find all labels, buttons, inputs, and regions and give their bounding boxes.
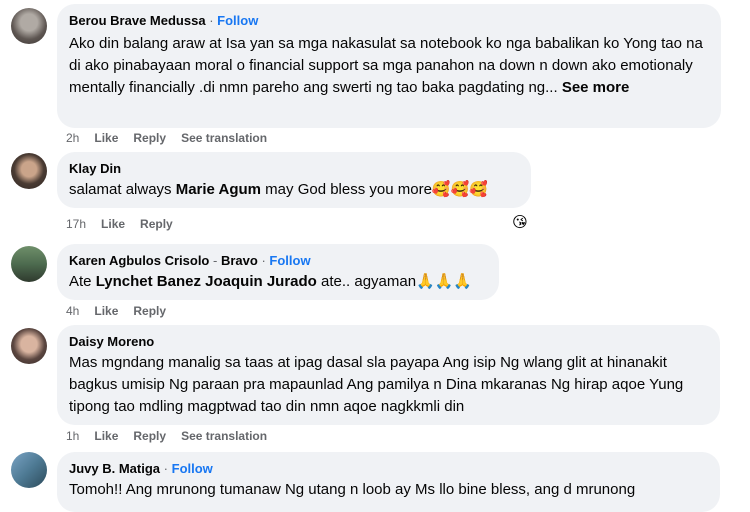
comment-time[interactable]: 1h xyxy=(66,428,79,444)
like-button[interactable]: Like xyxy=(101,216,125,232)
reaction-icon[interactable]: 😘 xyxy=(510,212,530,232)
like-button[interactable]: Like xyxy=(94,303,118,319)
avatar[interactable] xyxy=(11,153,47,189)
reply-button[interactable]: Reply xyxy=(133,130,166,146)
comment-text: Ate Lynchet Banez Joaquin Jurado ate.. a… xyxy=(69,271,487,293)
comment-author[interactable]: Klay Din xyxy=(69,161,121,176)
separator-dash: - xyxy=(213,253,218,268)
comment-body: Ate xyxy=(69,273,96,290)
follow-button[interactable]: Follow xyxy=(269,253,310,268)
reply-button[interactable]: Reply xyxy=(133,303,166,319)
comment-body-end: may God bless you more🥰🥰🥰 xyxy=(261,181,488,198)
mention-link[interactable]: Lynchet Banez Joaquin Jurado xyxy=(96,273,317,290)
see-more-link[interactable]: See more xyxy=(562,79,630,96)
separator-dot: · xyxy=(163,461,168,476)
comment-author[interactable]: Juvy B. Matiga xyxy=(69,461,160,476)
comment-text: salamat always Marie Agum may God bless … xyxy=(69,179,519,201)
comment-bubble: Klay Din salamat always Marie Agum may G… xyxy=(57,152,531,208)
like-button[interactable]: Like xyxy=(94,428,118,444)
comment-text: Mas mgndang manalig sa taas at ipag dasa… xyxy=(69,354,684,415)
comment-time[interactable]: 17h xyxy=(66,216,86,232)
comment-time[interactable]: 2h xyxy=(66,130,79,146)
follow-button[interactable]: Follow xyxy=(172,461,213,476)
avatar[interactable] xyxy=(11,328,47,364)
like-button[interactable]: Like xyxy=(94,130,118,146)
comment-bubble: Juvy B. Matiga · Follow Tomoh!! Ang mrun… xyxy=(57,452,720,512)
comment-text: Ako din balang araw at Isa yan sa mga na… xyxy=(69,33,709,99)
reply-button[interactable]: Reply xyxy=(140,216,173,232)
see-translation-link[interactable]: See translation xyxy=(181,130,267,146)
comment-author[interactable]: Berou Brave Medussa xyxy=(69,13,206,28)
comment-bubble: Daisy Moreno Mas mgndang manalig sa taas… xyxy=(57,325,720,425)
comment-actions: 1h Like Reply See translation xyxy=(66,428,282,444)
separator-dot: · xyxy=(261,253,266,268)
separator-dot: · xyxy=(209,13,214,28)
comment-bubble: Berou Brave Medussa · Follow Ako din bal… xyxy=(57,4,721,128)
comment-body: salamat always xyxy=(69,181,176,198)
follow-button[interactable]: Follow xyxy=(217,13,258,28)
comment-actions: 4h Like Reply xyxy=(66,303,181,319)
comment-actions: 17h Like Reply xyxy=(66,216,188,232)
avatar[interactable] xyxy=(11,452,47,488)
see-translation-link[interactable]: See translation xyxy=(181,428,267,444)
reply-button[interactable]: Reply xyxy=(133,428,166,444)
mention-link[interactable]: Marie Agum xyxy=(176,181,261,198)
comment-actions: 2h Like Reply See translation xyxy=(66,130,282,146)
comment-author[interactable]: Karen Agbulos Crisolo xyxy=(69,253,209,268)
comment-bubble: Karen Agbulos Crisolo - Bravo · Follow A… xyxy=(57,244,499,300)
avatar[interactable] xyxy=(11,246,47,282)
comment-time[interactable]: 4h xyxy=(66,303,79,319)
comment-body-end: ate.. agyaman🙏🙏🙏 xyxy=(316,273,473,290)
bravo-badge: Bravo xyxy=(220,253,258,268)
comment-author[interactable]: Daisy Moreno xyxy=(69,334,154,349)
avatar[interactable] xyxy=(11,8,47,44)
